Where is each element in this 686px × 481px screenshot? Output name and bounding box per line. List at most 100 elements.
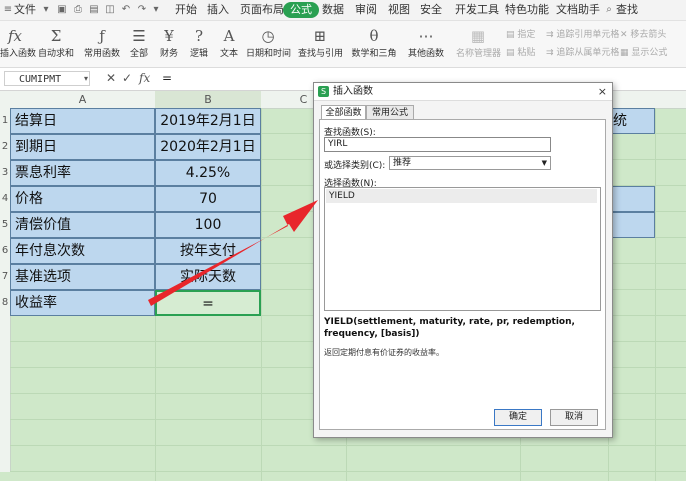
check-icon[interactable]: ✓: [122, 71, 132, 85]
cell-b4[interactable]: 70: [155, 186, 261, 212]
datetime-button[interactable]: ◷ 日期和时间: [246, 25, 291, 61]
preview-icon[interactable]: ◫: [104, 4, 116, 15]
cell-a3[interactable]: 票息利率: [10, 160, 155, 186]
math-icon: θ: [369, 27, 379, 45]
close-icon[interactable]: ×: [598, 83, 607, 100]
name-box[interactable]: CUMIPMT: [4, 71, 90, 86]
print-preview-icon[interactable]: ⎙: [72, 4, 84, 15]
file-menu[interactable]: 文件: [14, 0, 36, 20]
name-manager-button[interactable]: ▦ 名称管理器: [456, 25, 501, 61]
tab-common-formulas[interactable]: 常用公式: [366, 105, 414, 120]
tab-insert[interactable]: 插入: [207, 0, 229, 20]
cell-right-1[interactable]: 统: [608, 108, 655, 134]
chevron-down-icon[interactable]: ▾: [84, 74, 88, 83]
dots-icon: ⋯: [418, 27, 434, 45]
tab-review[interactable]: 审阅: [355, 0, 377, 20]
currency-icon: ¥: [164, 27, 174, 45]
cell-a5[interactable]: 清偿价值: [10, 212, 155, 238]
grid-line: [655, 108, 656, 481]
category-select[interactable]: 推荐 ▼: [389, 156, 551, 170]
cell-right-4[interactable]: [608, 186, 655, 212]
trace-dependents-button[interactable]: ⇉ 追踪从属单元格: [546, 45, 619, 58]
all-functions-button[interactable]: ☰ 全部: [126, 25, 152, 61]
cell-a7[interactable]: 基准选项: [10, 264, 155, 290]
cell-b8-active[interactable]: =: [155, 290, 261, 316]
paste-button[interactable]: ▤ 粘贴: [506, 45, 535, 58]
tab-view[interactable]: 视图: [388, 0, 410, 20]
text-button[interactable]: A 文本: [216, 25, 242, 61]
cell-a8[interactable]: 收益率: [10, 290, 155, 316]
row-header[interactable]: [0, 368, 11, 394]
row-header[interactable]: [0, 316, 11, 342]
fx-icon[interactable]: fx: [139, 71, 150, 85]
tab-doc-assistant[interactable]: 文档助手: [556, 0, 600, 20]
cell-a6[interactable]: 年付息次数: [10, 238, 155, 264]
cancel-icon[interactable]: ✕: [106, 71, 116, 85]
menu-icon[interactable]: ≡: [2, 4, 14, 15]
row-header[interactable]: [0, 446, 11, 472]
math-button[interactable]: θ 数学和三角: [350, 25, 398, 61]
dropdown-arrow-icon: ▼: [541, 159, 547, 167]
tab-developer[interactable]: 开发工具: [455, 0, 499, 20]
cell-b7[interactable]: 实际天数: [155, 264, 261, 290]
fx-icon: fx: [7, 27, 22, 45]
row-header[interactable]: [0, 342, 11, 368]
show-formulas-button[interactable]: ▦ 显示公式: [620, 45, 667, 58]
other-functions-button[interactable]: ⋯ 其他函数: [404, 25, 448, 61]
search-icon[interactable]: ⌕: [603, 4, 615, 15]
cell-a1[interactable]: 结算日: [10, 108, 155, 134]
save-icon[interactable]: ▣: [56, 4, 68, 15]
corner-header[interactable]: [0, 91, 10, 109]
grid-line: [10, 471, 686, 472]
grid-line: [10, 445, 686, 446]
search-button[interactable]: 查找: [616, 0, 638, 20]
cell-right-5-box[interactable]: [608, 212, 655, 238]
insert-function-button[interactable]: fx 插入函数: [0, 25, 36, 61]
print-icon[interactable]: ▤: [88, 4, 100, 15]
tab-all-functions[interactable]: 全部函数: [321, 105, 366, 120]
logic-button[interactable]: ? 逻辑: [186, 25, 212, 61]
tab-page-layout[interactable]: 页面布局: [240, 0, 284, 20]
finance-button[interactable]: ¥ 财务: [156, 25, 182, 61]
insert-function-dialog: S 插入函数 × 全部函数 常用公式 查找函数(S): YIRL 或选择类别(C…: [313, 82, 613, 438]
undo-icon[interactable]: ↶: [120, 4, 132, 15]
list-item-yield[interactable]: YIELD: [326, 189, 597, 203]
cell-a2[interactable]: 到期日: [10, 134, 155, 160]
remove-arrows-button[interactable]: ✕ 移去箭头: [620, 27, 666, 40]
ribbon: fx 插入函数 Σ 自动求和 ƒ 常用函数 ☰ 全部 ¥ 财务 ? 逻辑 A 文…: [0, 21, 686, 68]
grid-line: [261, 108, 262, 481]
function-search-input[interactable]: YIRL: [324, 137, 551, 152]
cell-b3[interactable]: 4.25%: [155, 160, 261, 186]
common-functions-button[interactable]: ƒ 常用函数: [82, 25, 122, 61]
tab-features[interactable]: 特色功能: [505, 0, 549, 20]
function-list[interactable]: YIELD: [324, 187, 601, 311]
tab-data[interactable]: 数据: [322, 0, 344, 20]
chevron-down-icon[interactable]: ▾: [150, 4, 162, 15]
cell-b1[interactable]: 2019年2月1日: [155, 108, 261, 134]
chevron-down-icon[interactable]: ▾: [40, 4, 52, 15]
text-icon: A: [223, 27, 235, 45]
cell-b5[interactable]: 100: [155, 212, 261, 238]
formula-input[interactable]: =: [162, 71, 172, 85]
ok-button[interactable]: 确定: [494, 409, 542, 426]
cancel-button[interactable]: 取消: [550, 409, 598, 426]
app-logo-icon: S: [318, 86, 329, 97]
redo-icon[interactable]: ↷: [136, 4, 148, 15]
dialog-title-bar[interactable]: S 插入函数 ×: [314, 83, 612, 101]
specify-button[interactable]: ▤ 指定: [506, 27, 535, 40]
row-header[interactable]: [0, 420, 11, 446]
cell-a4[interactable]: 价格: [10, 186, 155, 212]
cell-b2[interactable]: 2020年2月1日: [155, 134, 261, 160]
column-header-b[interactable]: B: [155, 91, 261, 109]
cell-b6[interactable]: 按年支付: [155, 238, 261, 264]
trace-precedents-button[interactable]: ⇉ 追踪引用单元格: [546, 27, 619, 40]
tab-formulas[interactable]: 公式: [283, 2, 319, 18]
lookup-button[interactable]: ⊞ 查找与引用: [298, 25, 343, 61]
category-label: 或选择类别(C):: [324, 161, 386, 171]
tab-security[interactable]: 安全: [420, 0, 442, 20]
sigma-icon: Σ: [50, 27, 62, 45]
tab-home[interactable]: 开始: [175, 0, 197, 20]
row-header[interactable]: [0, 394, 11, 420]
autosum-button[interactable]: Σ 自动求和: [36, 25, 76, 61]
column-header-a[interactable]: A: [10, 91, 155, 109]
